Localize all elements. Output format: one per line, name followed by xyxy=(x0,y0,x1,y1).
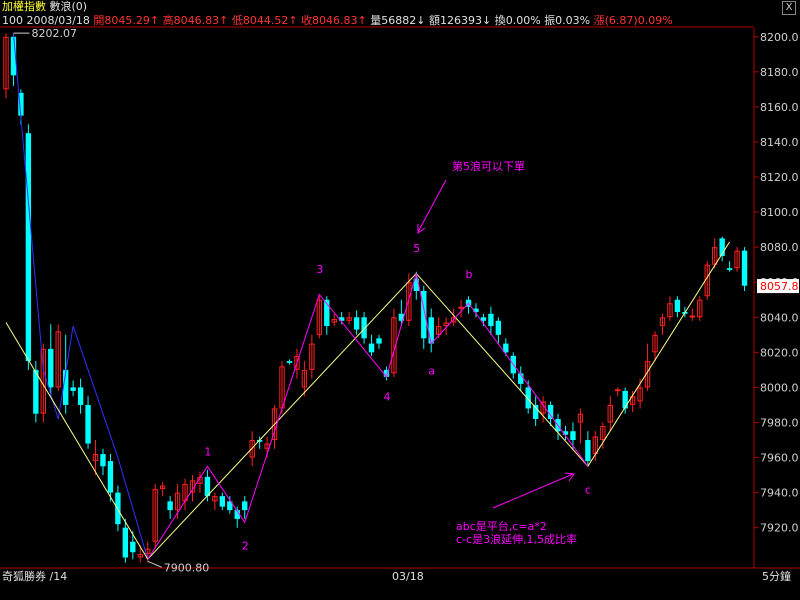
quote-date: 2008/03/18 xyxy=(26,14,90,27)
indicator-name[interactable]: 數浪(0) xyxy=(50,0,88,13)
candle-body xyxy=(130,541,136,553)
candle-body xyxy=(458,306,464,309)
high-label: 8202.07 xyxy=(31,27,77,40)
annotation-arrow-top xyxy=(417,179,447,233)
candle-body xyxy=(495,320,502,335)
footer-bar: 奇狐勝券 /14 03/18 5分鐘 xyxy=(0,570,800,600)
candle-body xyxy=(376,338,382,344)
wave-label: 2 xyxy=(242,540,249,553)
wave-label: b xyxy=(466,268,473,281)
wave-label: c xyxy=(585,484,591,497)
y-tick-label: 8180.0 xyxy=(760,66,799,79)
candle-body xyxy=(107,461,114,493)
change-pct: 0.09% xyxy=(637,14,673,27)
low-marker-line xyxy=(147,560,162,568)
close-button[interactable]: X xyxy=(782,1,796,15)
footer-date: 03/18 xyxy=(392,570,424,583)
volume: 量56882↓ xyxy=(370,14,426,27)
y-tick-label: 8100.0 xyxy=(760,206,799,219)
y-tick-label: 8000.0 xyxy=(760,381,799,394)
candle-body xyxy=(361,317,367,339)
index-title: 加權指數 xyxy=(2,0,46,13)
chart-window: 7920.0 7940.0 7960.0 7980.0 8000.0 8020.0 8040… xyxy=(0,0,800,600)
open-price: 開8045.29↑ xyxy=(93,14,160,27)
amplitude: 振0.03% xyxy=(544,14,591,27)
wave-label: a xyxy=(428,364,435,377)
low-price: 低8044.52↑ xyxy=(231,14,298,27)
y-tick-label: 8080.0 xyxy=(760,241,799,254)
blue-trend-line xyxy=(12,33,149,560)
candle-body xyxy=(115,492,121,525)
candle-body xyxy=(242,501,248,511)
y-tick-label: 7980.0 xyxy=(760,416,799,429)
yellow-trend-line xyxy=(5,241,731,561)
candle-body xyxy=(615,389,621,392)
annotation-bottom-2: c-c是3浪延伸,1,5成比率 xyxy=(456,532,577,546)
candle-body xyxy=(741,250,748,286)
y-tick-label: 8120.0 xyxy=(760,171,799,184)
candle-body xyxy=(25,133,32,362)
wave-label: 1 xyxy=(204,445,211,458)
footer-source: 奇狐勝券 /14 xyxy=(2,570,68,583)
candle-body xyxy=(689,315,696,318)
candle-body xyxy=(122,527,129,558)
candle-body xyxy=(219,496,226,507)
annotation-arrow-bottom xyxy=(492,473,574,509)
change-label: 漲 xyxy=(593,14,605,27)
candlestick-chart[interactable]: 7920.0 7940.0 7960.0 7980.0 8000.0 8020.0 8040… xyxy=(0,0,800,600)
y-tick-label: 8200.0 xyxy=(760,31,799,44)
wave-label: 4 xyxy=(383,391,390,404)
wave-count-line xyxy=(147,273,589,560)
current-price-label: 8057.8 xyxy=(760,280,799,293)
y-tick-label: 8140.0 xyxy=(760,136,799,149)
candle-body xyxy=(622,390,628,409)
candle-body xyxy=(70,387,76,391)
period-count: 100 xyxy=(2,14,23,27)
candle-body xyxy=(100,454,106,467)
annotation-top: 第5浪可以下單 xyxy=(452,159,525,173)
candle-body xyxy=(726,268,733,270)
close-price: 收8046.83↑ xyxy=(301,14,367,27)
candle-body xyxy=(428,317,434,344)
wave-label: 5 xyxy=(413,242,420,255)
y-tick-label: 7920.0 xyxy=(760,522,799,535)
y-tick-label: 8160.0 xyxy=(760,101,799,114)
candle-body xyxy=(353,317,360,330)
candle-body xyxy=(570,431,576,441)
candle-body xyxy=(85,404,91,444)
candle-body xyxy=(585,440,591,462)
y-tick-label: 8040.0 xyxy=(760,311,799,324)
y-tick-label: 8020.0 xyxy=(760,346,799,359)
candle-body xyxy=(77,387,84,405)
annotation-bottom-1: abc是平台,c=a*2 xyxy=(456,519,547,533)
candle-body xyxy=(167,501,173,511)
turnover: 換0.00% xyxy=(494,14,541,27)
candle-body xyxy=(286,361,293,363)
quote-row: 100 2008/03/18 開8045.29↑ 高8046.83↑ 低8044… xyxy=(2,14,673,28)
candle-body xyxy=(525,387,531,409)
close-icon: X xyxy=(785,2,793,13)
candle-body xyxy=(368,343,375,353)
candle-body xyxy=(488,313,494,327)
change-value: (6.87) xyxy=(604,14,638,27)
wave-label: 3 xyxy=(316,263,323,276)
candle-body xyxy=(674,299,681,313)
high-price: 高8046.83↑ xyxy=(162,14,229,27)
amount: 額126393↓ xyxy=(429,14,492,27)
y-tick-label: 7960.0 xyxy=(760,452,799,465)
y-tick-label: 7940.0 xyxy=(760,487,799,500)
footer-period[interactable]: 5分鐘 xyxy=(762,570,791,584)
title-row: 加權指數 數浪(0) xyxy=(2,0,87,14)
candle-body xyxy=(48,348,54,388)
